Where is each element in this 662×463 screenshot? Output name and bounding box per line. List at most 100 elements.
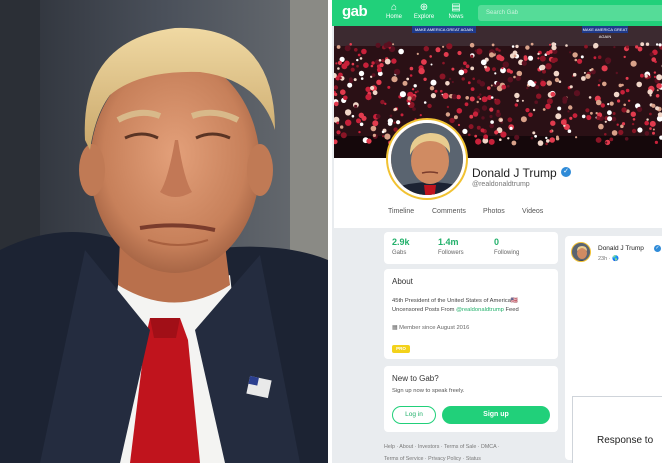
crowd-dot bbox=[528, 112, 533, 118]
crowd-dot bbox=[480, 128, 485, 133]
crowd-dot bbox=[429, 55, 432, 58]
crowd-dot bbox=[514, 92, 520, 99]
crowd-dot bbox=[646, 118, 649, 121]
crowd-dot bbox=[624, 137, 629, 141]
crowd-dot bbox=[637, 127, 643, 133]
crowd-dot bbox=[387, 85, 391, 89]
stat-following[interactable]: 0 Following bbox=[494, 237, 519, 256]
crowd-dot bbox=[590, 111, 593, 115]
stat-value: 2.9k bbox=[392, 237, 410, 247]
response-card[interactable]: Response to bbox=[572, 396, 662, 463]
crowd-dot bbox=[440, 94, 443, 97]
crowd-dot bbox=[409, 74, 413, 77]
bio-line: Uncensored Posts From bbox=[392, 307, 457, 313]
crowd-dot bbox=[372, 133, 376, 137]
crowd-dot bbox=[656, 83, 662, 89]
crowd-dot bbox=[514, 103, 518, 107]
footer-links[interactable]: Terms of Service · Privacy Policy · Stat… bbox=[384, 456, 558, 462]
crowd-dot bbox=[391, 76, 398, 83]
stat-followers[interactable]: 1.4m Followers bbox=[438, 237, 464, 256]
tab-timeline[interactable]: Timeline bbox=[388, 208, 414, 215]
bio-link[interactable]: @realdonaldtrump bbox=[456, 307, 504, 313]
crowd-dot bbox=[383, 42, 390, 49]
crowd-dot bbox=[479, 93, 482, 96]
crowd-dot bbox=[560, 119, 567, 126]
crowd-dot bbox=[607, 116, 613, 122]
crowd-dot bbox=[632, 118, 636, 121]
crowd-dot bbox=[546, 139, 550, 143]
crowd-dot bbox=[402, 80, 408, 86]
crowd-dot bbox=[562, 96, 568, 102]
nav-explore[interactable]: ⊕ Explore bbox=[410, 2, 438, 21]
crowd-dot bbox=[363, 62, 369, 68]
crowd-dot bbox=[607, 110, 612, 116]
stat-gabs[interactable]: 2.9k Gabs bbox=[392, 237, 410, 256]
footer-links[interactable]: Help · About · Investors · Terms of Sale… bbox=[384, 444, 558, 450]
bio-line: 45th President of the United States of A… bbox=[392, 298, 511, 304]
crowd-dot bbox=[375, 42, 381, 48]
crowd-dot bbox=[558, 80, 562, 83]
tab-videos[interactable]: Videos bbox=[522, 208, 543, 215]
crowd-dot bbox=[416, 52, 419, 55]
crowd-dot bbox=[540, 64, 546, 70]
crowd-dot bbox=[358, 70, 365, 77]
nav-news[interactable]: ▤ News bbox=[442, 2, 470, 21]
crowd-dot bbox=[499, 55, 505, 62]
crowd-dot bbox=[584, 44, 588, 49]
crowd-dot bbox=[637, 46, 643, 52]
crowd-dot bbox=[344, 60, 350, 67]
crowd-dot bbox=[574, 58, 578, 62]
calendar-icon: ▦ bbox=[392, 325, 398, 331]
tab-comments[interactable]: Comments bbox=[432, 208, 466, 215]
post-avatar[interactable] bbox=[571, 242, 591, 262]
crowd-dot bbox=[400, 113, 404, 117]
crowd-dot bbox=[359, 57, 363, 60]
stat-label: Followers bbox=[438, 250, 464, 256]
crowd-dot bbox=[445, 81, 450, 86]
search-input[interactable]: Search Gab bbox=[478, 5, 662, 21]
crowd-dot bbox=[366, 138, 372, 144]
crowd-dot bbox=[542, 69, 546, 74]
login-button[interactable]: Log in bbox=[392, 406, 436, 424]
crowd-dot bbox=[489, 123, 494, 129]
crowd-dot bbox=[513, 75, 516, 79]
crowd-dot bbox=[573, 90, 581, 97]
crowd-dot bbox=[490, 96, 494, 99]
crowd-dot bbox=[381, 59, 385, 63]
rally-sign: MAKE AMERICA GREAT AGAIN bbox=[412, 26, 476, 33]
crowd-dot bbox=[618, 129, 624, 135]
crowd-dot bbox=[627, 99, 631, 103]
nav-home[interactable]: ⌂ Home bbox=[380, 2, 408, 21]
crowd-dot bbox=[554, 77, 560, 83]
tab-photos[interactable]: Photos bbox=[483, 208, 505, 215]
crowd-dot bbox=[534, 100, 538, 104]
crowd-dot bbox=[655, 43, 659, 46]
crowd-dot bbox=[617, 99, 621, 103]
crowd-dot bbox=[539, 55, 546, 62]
crowd-dot bbox=[516, 99, 519, 102]
about-card: About 45th President of the United State… bbox=[384, 269, 558, 359]
profile-avatar[interactable] bbox=[388, 120, 466, 198]
crowd-dot bbox=[398, 48, 404, 55]
gab-logo[interactable]: gab bbox=[342, 3, 368, 20]
crowd-dot bbox=[360, 77, 364, 80]
post-author[interactable]: Donald J Trump bbox=[598, 245, 644, 252]
crowd-dot bbox=[532, 108, 536, 112]
signup-button[interactable]: Sign up bbox=[442, 406, 550, 424]
crowd-dot bbox=[443, 52, 449, 57]
crowd-dot bbox=[334, 101, 339, 107]
crowd-dot bbox=[625, 88, 630, 93]
crowd-dot bbox=[407, 96, 412, 101]
crowd-dot bbox=[549, 43, 551, 46]
crowd-dot bbox=[347, 82, 353, 88]
crowd-dot bbox=[456, 94, 461, 100]
crowd-dot bbox=[551, 45, 557, 51]
crowd-dot bbox=[335, 62, 338, 65]
crowd-dot bbox=[393, 121, 396, 124]
crowd-dot bbox=[651, 103, 656, 108]
crowd-dot bbox=[542, 108, 546, 111]
signup-title: New to Gab? bbox=[392, 374, 439, 383]
crowd-dot bbox=[520, 116, 527, 123]
crowd-dot bbox=[588, 96, 592, 99]
crowd-dot bbox=[345, 119, 352, 126]
